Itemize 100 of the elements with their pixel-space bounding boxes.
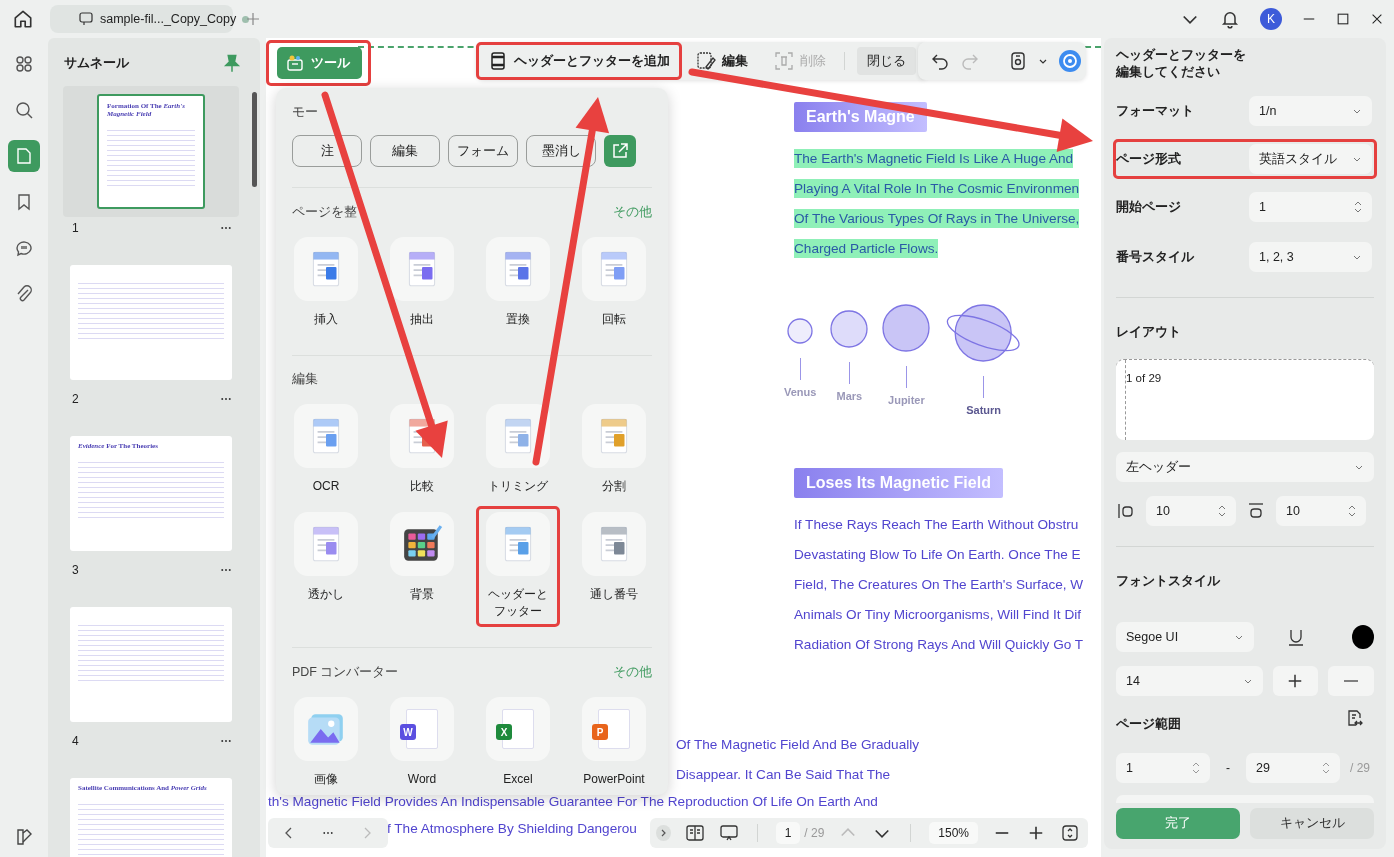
font-dropdown[interactable]: Segoe UI (1116, 622, 1255, 652)
tool-tile[interactable] (486, 512, 550, 577)
planet-label: Venus (784, 386, 817, 398)
add-button[interactable]: ヘッダーとフッターを追加 (482, 47, 676, 75)
layout-preview[interactable]: 1 of 29 (1116, 359, 1374, 440)
mode-button[interactable]: 注 (292, 135, 362, 167)
mode-button[interactable]: 墨消し (526, 135, 596, 167)
device-icon[interactable] (1008, 51, 1028, 71)
tool-tile[interactable] (582, 512, 646, 577)
add-tab-icon[interactable] (245, 11, 261, 27)
tool-tile[interactable] (294, 404, 358, 469)
edit-button[interactable]: 編集 (690, 47, 754, 75)
more-icon[interactable] (220, 397, 232, 401)
expand-button[interactable] (656, 825, 671, 841)
mode-button[interactable]: フォーム (448, 135, 518, 167)
tool-label: トリミング (487, 478, 549, 496)
planet-label: Mars (836, 390, 863, 402)
theme-icon[interactable] (14, 827, 34, 847)
spinner-arrows-icon[interactable] (1192, 761, 1200, 775)
tool-tile[interactable] (294, 236, 358, 301)
spinner-arrows-icon[interactable] (1322, 761, 1330, 775)
font-size-dropdown[interactable]: 14 (1116, 666, 1263, 696)
more-icon[interactable] (220, 226, 232, 230)
field-label: 番号スタイル (1116, 248, 1194, 266)
dropdown[interactable]: 左ヘッダー (1116, 452, 1374, 482)
page-rail-button[interactable] (8, 140, 40, 172)
bell-icon[interactable] (1220, 9, 1240, 29)
text-line: Disappear. It Can Be Said That The (676, 766, 891, 784)
preview-text: 1 of 29 (1126, 372, 1162, 384)
pin-icon[interactable] (222, 53, 242, 73)
color-swatch[interactable] (1352, 625, 1374, 649)
page-input[interactable]: 1 (775, 822, 801, 844)
dropdown[interactable]: 英語スタイル (1249, 144, 1372, 174)
tool-tile[interactable] (390, 512, 454, 577)
paperclip-icon (14, 284, 34, 304)
tool-tile[interactable]: X (486, 697, 550, 761)
spinner-arrows-icon[interactable] (1348, 504, 1356, 518)
number-field[interactable]: 10 (1276, 496, 1366, 526)
page-number: 4 (72, 734, 79, 748)
number-field[interactable]: 1 (1249, 192, 1372, 222)
tool-label: 挿入 (313, 310, 339, 328)
tool-label: 分割 (601, 478, 627, 496)
tool-label: 通し番号 (589, 586, 639, 604)
fit-page-icon[interactable] (1060, 823, 1080, 843)
tool-tile[interactable]: W (390, 697, 454, 761)
open-external-button[interactable] (604, 135, 636, 167)
more-icon[interactable] (322, 831, 334, 835)
number-field[interactable]: 1 (1116, 753, 1210, 783)
page-total: / 29 (804, 826, 825, 840)
text-line: If These Rays Reach The Earth Without Obstru (794, 516, 1080, 534)
section-title: ページ範囲 (1116, 716, 1181, 733)
tool-label: Excel (502, 771, 534, 788)
planet-label: Jupiter (888, 394, 925, 406)
section-heading: Loses Its Magnetic Field (794, 468, 1003, 498)
tool-tile[interactable] (582, 236, 646, 301)
more-icon[interactable] (220, 568, 232, 572)
scrollbar[interactable] (252, 92, 257, 187)
cancel-button[interactable]: キャンセル (1250, 808, 1374, 839)
tool-tile[interactable] (294, 697, 358, 761)
zoom-level[interactable]: 150% (929, 822, 978, 844)
presentation-icon[interactable] (718, 823, 739, 843)
tool-tile[interactable] (390, 236, 454, 301)
page-thumbnail[interactable] (70, 607, 232, 722)
tool-label: 画像 (313, 771, 339, 788)
spinner-arrows-icon[interactable] (1218, 504, 1226, 518)
assistant-icon[interactable] (1058, 49, 1082, 73)
section-title: PDF コンバーター (292, 664, 399, 681)
panel-title: ヘッダーとフッターを編集してください (1116, 47, 1247, 81)
tool-tile[interactable] (294, 512, 358, 577)
page-number: 2 (72, 392, 79, 406)
tools-button[interactable]: ツール (277, 47, 362, 79)
book-view-icon[interactable] (684, 823, 705, 843)
more-icon[interactable] (220, 739, 232, 743)
increase-button[interactable] (1272, 666, 1319, 696)
home-icon[interactable] (12, 8, 34, 30)
left-margin-icon (1116, 501, 1136, 521)
dropdown[interactable]: 1/n (1249, 96, 1372, 126)
mode-button[interactable]: 編集 (370, 135, 440, 167)
section-title: ページを整 (292, 203, 357, 221)
number-field[interactable]: 29 (1246, 753, 1340, 783)
section-title: モー (292, 104, 318, 121)
edit-icon (696, 51, 716, 71)
user-avatar[interactable]: K (1260, 8, 1282, 30)
text-line: th's Magnetic Field Provides An Indispensable Guarantee For The Reproduction Of Life On Earth And (268, 793, 878, 811)
maximize-icon[interactable] (1336, 12, 1350, 26)
page-thumbnail[interactable] (70, 265, 232, 380)
file-type-badge: W (400, 724, 416, 740)
tool-label: PowerPoint (582, 771, 646, 788)
tool-label: Word (406, 771, 438, 788)
close-button[interactable]: 閉じる (857, 47, 916, 75)
number-field[interactable]: 10 (1146, 496, 1236, 526)
tool-tile[interactable] (486, 236, 550, 301)
section-title: フォントスタイル (1116, 573, 1221, 590)
comment-icon (78, 11, 94, 27)
close-icon[interactable] (1370, 12, 1384, 26)
spinner-arrows-icon[interactable] (1354, 200, 1362, 214)
tool-label: 置換 (505, 310, 531, 328)
dropdown[interactable]: 1, 2, 3 (1249, 242, 1372, 272)
tool-tile[interactable] (582, 404, 646, 469)
tool-label: OCR (311, 478, 341, 496)
